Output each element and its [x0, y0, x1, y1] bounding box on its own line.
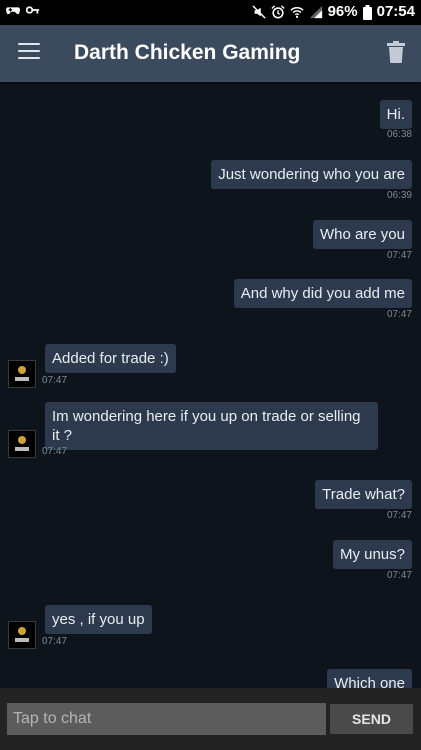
message-bubble: Added for trade :) [45, 344, 176, 373]
message-bubble: Trade what? [315, 480, 412, 509]
message-time: 07:47 [42, 375, 68, 386]
send-button[interactable]: SEND [330, 704, 413, 734]
message-bubble: Just wondering who you are [211, 160, 412, 189]
message-bubble: Who are you [312, 220, 412, 249]
battery-icon [362, 4, 372, 20]
message-bubble: My unus? [332, 540, 412, 569]
gamepad-icon [6, 7, 20, 15]
message-bubble: Hi. [379, 100, 412, 129]
trash-icon[interactable] [387, 41, 405, 63]
message-bubble: Im wondering here if you up on trade or … [45, 402, 378, 450]
avatar[interactable] [8, 360, 36, 388]
battery-percent: 96% [327, 3, 358, 20]
signal-icon [309, 5, 322, 19]
message-time: 07:47 [386, 510, 412, 521]
message-time: 07:47 [386, 309, 412, 320]
chat-input[interactable] [7, 703, 326, 735]
message-time: 06:38 [386, 129, 412, 140]
status-time: 07:54 [376, 3, 415, 20]
key-icon [26, 6, 40, 14]
avatar[interactable] [8, 430, 36, 458]
mute-icon [251, 5, 266, 19]
message-bubble: Which one [327, 669, 412, 688]
message-time: 07:47 [386, 250, 412, 261]
menu-icon[interactable] [18, 43, 40, 61]
status-bar: 96% 07:54 [0, 0, 421, 25]
message-time: 07:47 [42, 636, 68, 647]
message-bubble: yes , if you up [45, 605, 152, 634]
chat-composer: SEND [0, 688, 421, 750]
message-time: 07:47 [386, 570, 412, 581]
message-time: 07:47 [42, 446, 68, 457]
message-time: 06:39 [386, 190, 412, 201]
app-bar: Darth Chicken Gaming [0, 25, 421, 82]
alarm-icon [270, 5, 285, 19]
message-incoming: Im wondering here if you up on trade or … [8, 402, 388, 458]
chat-list[interactable]: Hi. 06:38 Just wondering who you are 06:… [0, 82, 421, 688]
page-title: Darth Chicken Gaming [74, 41, 301, 64]
message-incoming: Added for trade :) 07:47 [8, 344, 268, 390]
wifi-icon [289, 7, 304, 18]
message-bubble: And why did you add me [233, 279, 412, 308]
message-incoming: yes , if you up 07:47 [8, 605, 268, 651]
avatar[interactable] [8, 621, 36, 649]
